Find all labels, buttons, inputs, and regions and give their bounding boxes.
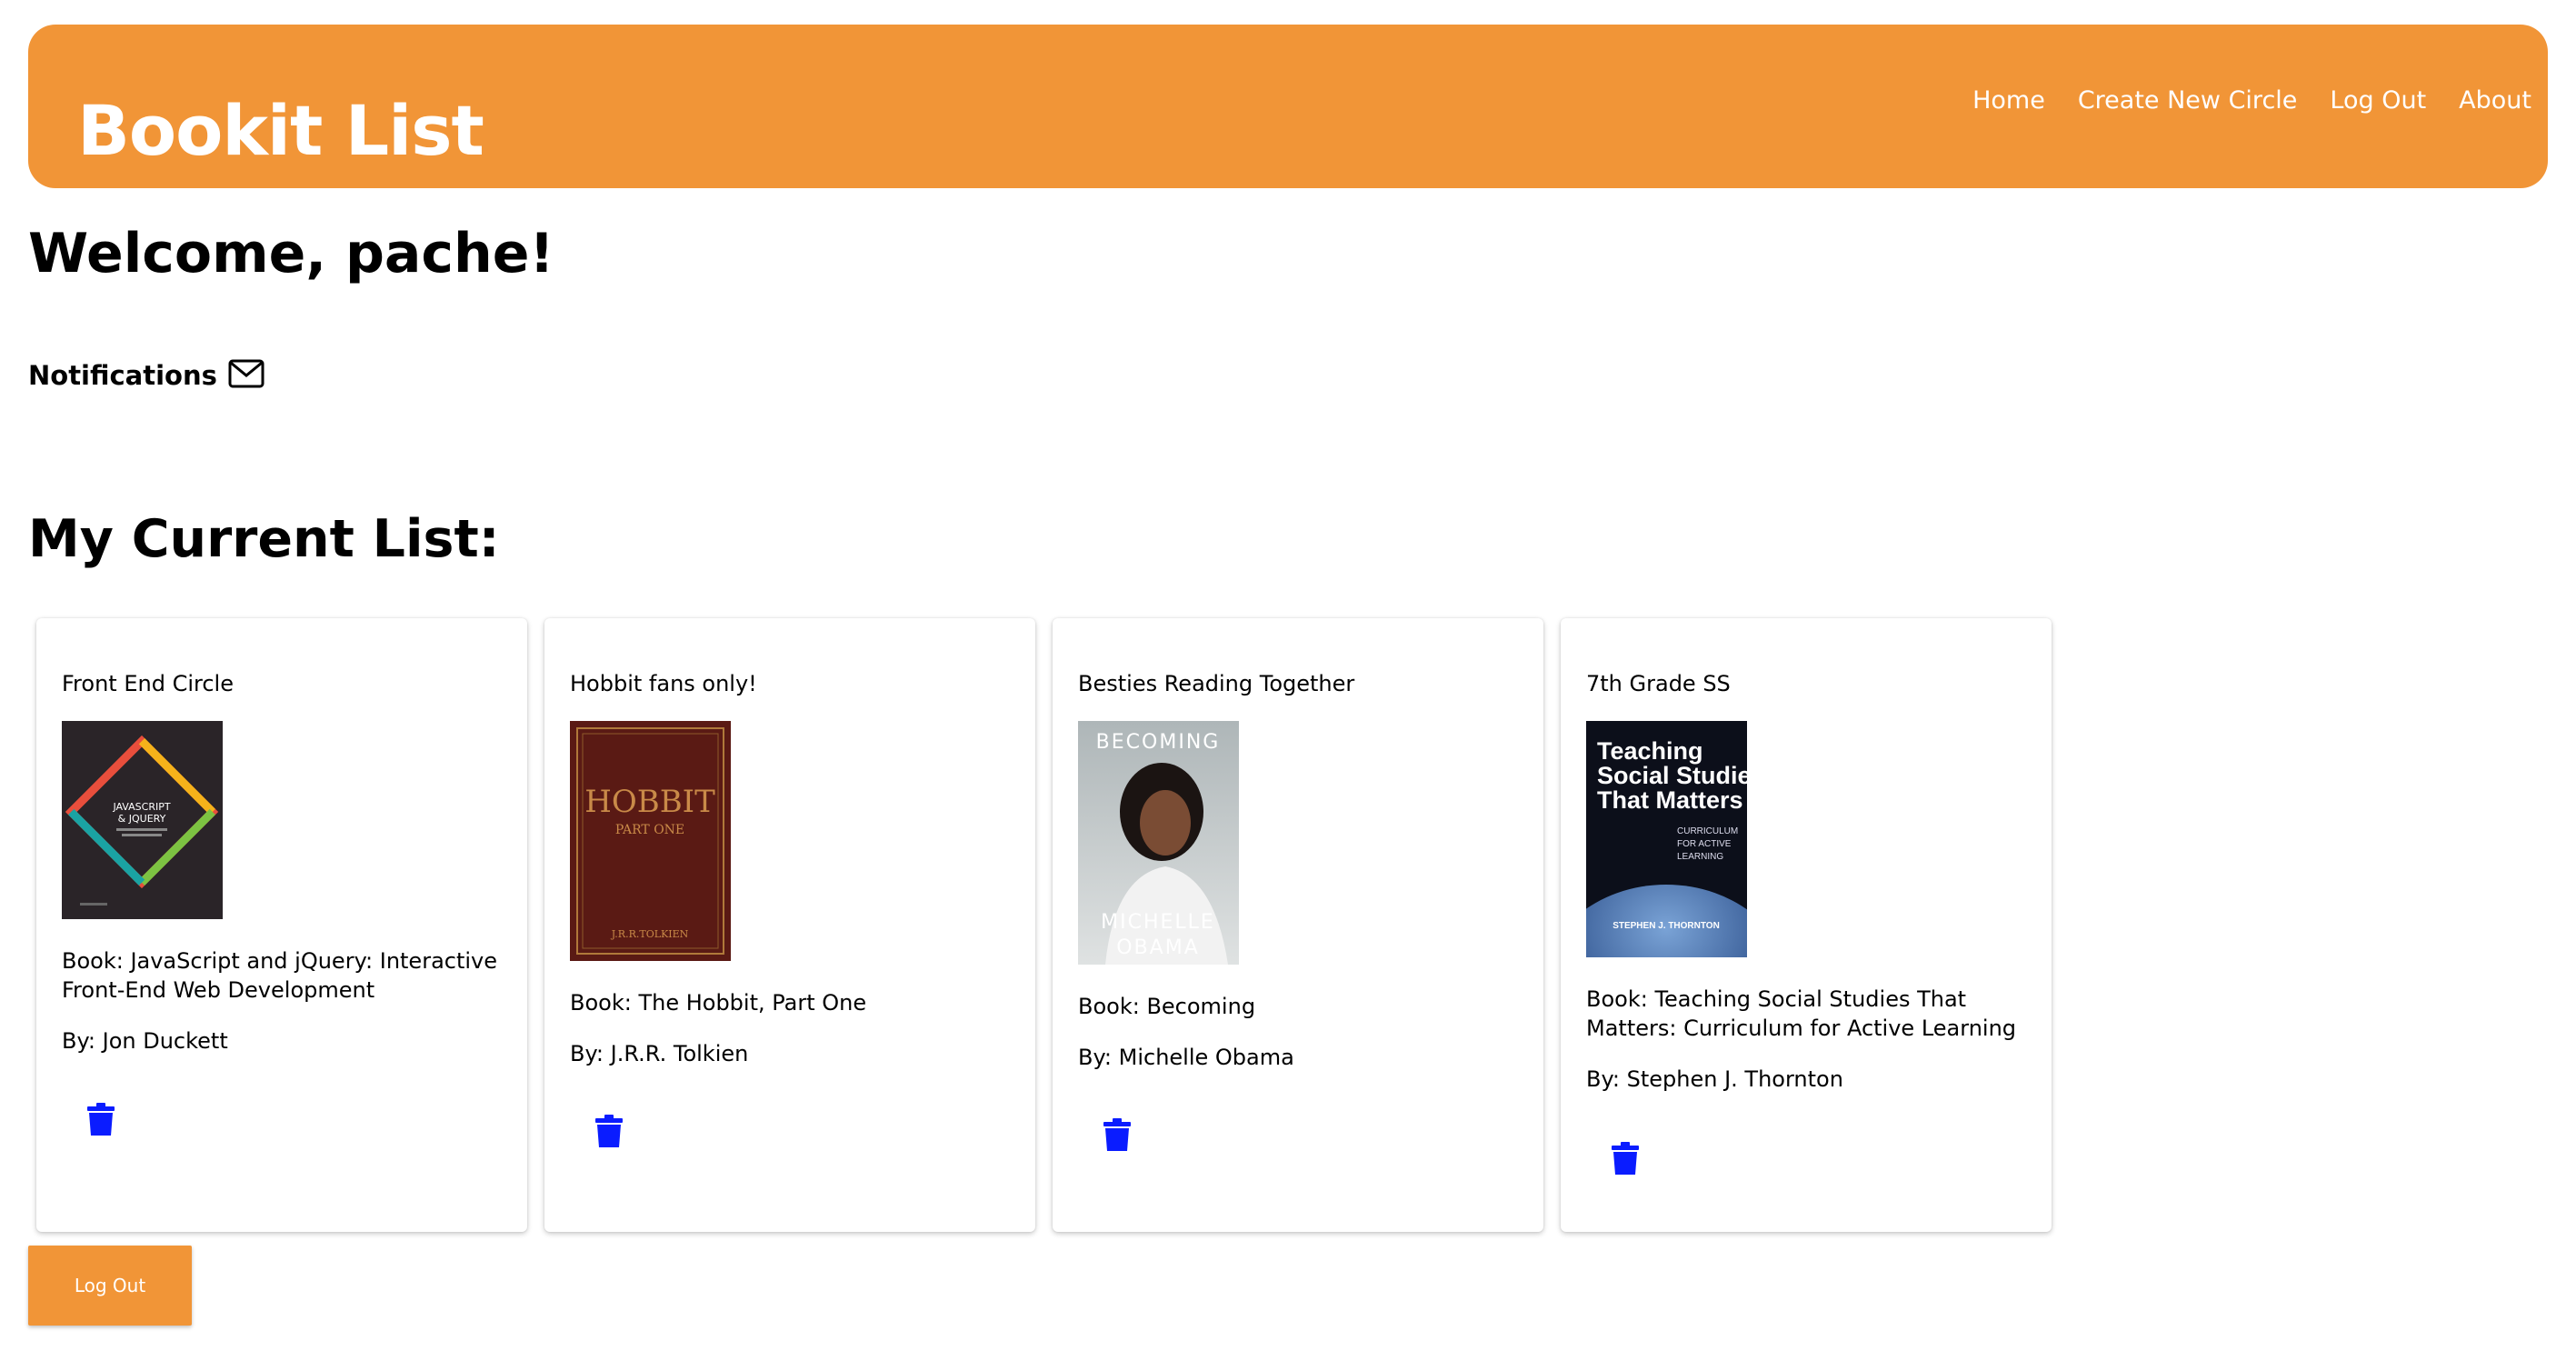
circle-name: 7th Grade SS bbox=[1586, 671, 1731, 696]
trash-icon[interactable] bbox=[1612, 1142, 1639, 1175]
circle-name: Front End Circle bbox=[62, 671, 234, 696]
book-cards: Front End Circle JAVASCRIPT & JQUERY Boo… bbox=[36, 618, 2052, 1232]
book-cover: Teaching Social Studies That Matters CUR… bbox=[1586, 721, 1747, 957]
book-card: 7th Grade SS Teaching Social Studies Tha… bbox=[1561, 618, 2052, 1232]
app-header: Bookit List Home Create New Circle Log O… bbox=[28, 25, 2548, 188]
svg-text:MICHELLE: MICHELLE bbox=[1101, 911, 1215, 934]
book-title: Book: Teaching Social Studies That Matte… bbox=[1586, 986, 2017, 1041]
book-author: By: Jon Duckett bbox=[62, 1028, 228, 1054]
svg-text:Social Studies: Social Studies bbox=[1597, 762, 1747, 789]
book-author: By: J.R.R. Tolkien bbox=[570, 1041, 749, 1066]
book-card: Hobbit fans only! HOBBIT PART ONE J.R.R.… bbox=[544, 618, 1035, 1232]
book-card: Besties Reading Together BECOMING MICHEL… bbox=[1053, 618, 1543, 1232]
trash-icon[interactable] bbox=[87, 1103, 115, 1136]
svg-text:J.R.R.TOLKIEN: J.R.R.TOLKIEN bbox=[611, 928, 689, 940]
svg-text:STEPHEN J. THORNTON: STEPHEN J. THORNTON bbox=[1612, 921, 1720, 931]
book-title: Book: JavaScript and jQuery: Interactive… bbox=[62, 948, 498, 1003]
book-cover: JAVASCRIPT & JQUERY bbox=[62, 721, 223, 919]
nav-home[interactable]: Home bbox=[1972, 86, 2045, 115]
brand-title[interactable]: Bookit List bbox=[77, 90, 484, 171]
current-list-title: My Current List: bbox=[28, 509, 500, 569]
nav-log-out[interactable]: Log Out bbox=[2330, 86, 2426, 115]
book-card: Front End Circle JAVASCRIPT & JQUERY Boo… bbox=[36, 618, 527, 1232]
svg-text:BECOMING: BECOMING bbox=[1096, 731, 1221, 754]
svg-text:LEARNING: LEARNING bbox=[1677, 852, 1723, 862]
book-title: Book: Becoming bbox=[1078, 994, 1256, 1019]
svg-text:FOR ACTIVE: FOR ACTIVE bbox=[1677, 839, 1732, 849]
trash-icon[interactable] bbox=[595, 1115, 623, 1147]
svg-text:CURRICULUM: CURRICULUM bbox=[1677, 826, 1738, 836]
svg-text:HOBBIT: HOBBIT bbox=[584, 784, 715, 820]
trash-icon[interactable] bbox=[1103, 1118, 1131, 1151]
circle-name: Hobbit fans only! bbox=[570, 671, 757, 696]
svg-text:& JQUERY: & JQUERY bbox=[118, 813, 166, 825]
svg-text:That Matters: That Matters bbox=[1597, 786, 1743, 814]
notifications[interactable]: Notifications bbox=[28, 358, 265, 391]
notifications-label: Notifications bbox=[28, 360, 217, 391]
book-author: By: Michelle Obama bbox=[1078, 1045, 1294, 1070]
mail-icon[interactable] bbox=[228, 358, 265, 389]
book-cover: BECOMING MICHELLE OBAMA bbox=[1078, 721, 1239, 965]
circle-name: Besties Reading Together bbox=[1078, 671, 1355, 696]
svg-text:OBAMA: OBAMA bbox=[1116, 936, 1200, 959]
nav-create-circle[interactable]: Create New Circle bbox=[2078, 86, 2298, 115]
svg-text:Teaching: Teaching bbox=[1597, 737, 1703, 765]
nav-about[interactable]: About bbox=[2459, 86, 2531, 115]
book-cover: HOBBIT PART ONE J.R.R.TOLKIEN bbox=[570, 721, 731, 961]
main-nav: Home Create New Circle Log Out About bbox=[1972, 86, 2531, 115]
log-out-button[interactable]: Log Out bbox=[28, 1246, 192, 1326]
welcome-heading: Welcome, pache! bbox=[28, 222, 554, 285]
svg-text:PART ONE: PART ONE bbox=[615, 823, 684, 837]
svg-text:JAVASCRIPT: JAVASCRIPT bbox=[112, 801, 170, 813]
book-title: Book: The Hobbit, Part One bbox=[570, 990, 867, 1016]
book-author: By: Stephen J. Thornton bbox=[1586, 1066, 1843, 1092]
